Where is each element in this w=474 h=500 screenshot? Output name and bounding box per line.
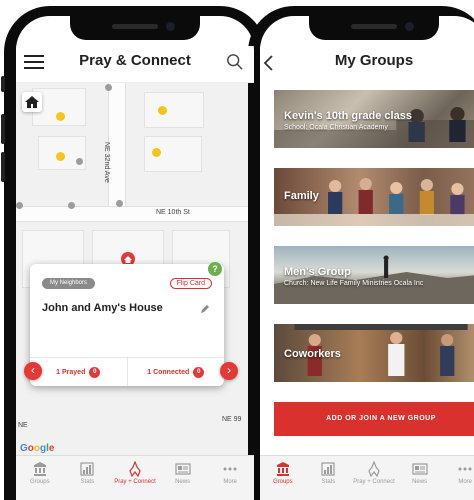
volume-up-button [1, 114, 5, 144]
tab-news[interactable]: News [159, 456, 207, 500]
house-card[interactable]: My Neighbors Flip Card ? John and Amy's … [30, 262, 224, 386]
tab-pray-connect[interactable]: Pray + Connect [351, 456, 397, 500]
google-attribution: Google [20, 443, 55, 454]
news-icon [174, 463, 191, 475]
search-icon[interactable] [226, 53, 244, 71]
help-icon[interactable]: ? [208, 262, 222, 276]
tab-stats[interactable]: Stats [306, 456, 352, 500]
next-card-button[interactable]: › [220, 362, 238, 380]
volume-down-button [1, 152, 5, 182]
neighbor-pin[interactable] [158, 106, 167, 115]
group-badge: My Neighbors [42, 278, 96, 289]
tab-more[interactable]: More [206, 456, 254, 500]
group-card[interactable]: Kevin's 10th grade class School: Ocala C… [274, 90, 474, 148]
map-marker[interactable] [16, 202, 23, 209]
neighbor-pin[interactable] [56, 152, 65, 161]
tab-groups[interactable]: Groups [260, 456, 306, 500]
stats-icon [321, 462, 335, 476]
pray-icon [129, 461, 141, 477]
notch [70, 16, 200, 40]
group-card[interactable]: Family [274, 168, 474, 226]
street-label-st: NE 10th St [156, 209, 190, 216]
pencil-icon[interactable] [200, 304, 210, 314]
home-icon [25, 96, 39, 108]
group-name: Kevin's 10th grade class [284, 110, 412, 122]
prayed-button[interactable]: 1 Prayed 0 [30, 358, 127, 386]
group-name: Family [284, 190, 319, 202]
street-label-ne: NE [18, 422, 28, 429]
map-marker[interactable] [76, 158, 83, 165]
groups-icon [276, 462, 289, 476]
groups-icon [33, 462, 46, 476]
card-actions: 1 Prayed 0 1 Connected 0 [30, 357, 224, 386]
neighbor-pin[interactable] [152, 148, 161, 157]
road [108, 82, 126, 210]
street-label-ave: NE 32nd Ave [103, 142, 110, 183]
prayed-count: 0 [89, 366, 101, 378]
connected-count: 0 [193, 366, 205, 378]
tab-bar: Groups Stats Pray + Connect News More [260, 455, 474, 500]
home-button[interactable] [22, 92, 42, 112]
road [16, 206, 254, 222]
tab-news[interactable]: News [397, 456, 443, 500]
add-join-group-button[interactable]: ADD OR JOIN A NEW GROUP [274, 402, 474, 436]
header: Pray & Connect [16, 46, 254, 83]
tab-bar: Groups Stats Pray + Connect News More [16, 455, 254, 500]
more-icon [458, 467, 472, 471]
group-name: Coworkers [284, 348, 341, 360]
prev-card-button[interactable]: ‹ [24, 362, 42, 380]
page-title: Pray & Connect [79, 52, 191, 69]
more-icon [223, 467, 237, 471]
group-card[interactable]: Coworkers [274, 324, 474, 382]
tab-stats[interactable]: Stats [64, 456, 112, 500]
page-title: My Groups [334, 52, 414, 69]
house-title: John and Amy's House [42, 302, 163, 314]
neighbor-pin[interactable] [56, 112, 65, 121]
map-marker[interactable] [68, 202, 75, 209]
map-marker[interactable] [116, 200, 123, 207]
group-subtitle: School: Ocala Christian Academy [284, 124, 388, 131]
screen: My Groups Kevin's 10th grade class Schoo… [260, 16, 474, 500]
tab-pray-connect[interactable]: Pray + Connect [111, 456, 159, 500]
map-marker[interactable] [105, 84, 112, 91]
phone-pray-connect: Pray & Connect NE 32nd Ave NE 10th St NE… [1, 6, 266, 500]
map-building [144, 92, 204, 128]
news-icon [411, 463, 428, 475]
mute-switch [1, 76, 5, 92]
stats-icon [80, 462, 94, 476]
group-subtitle: Church: New Life Family Ministries Ocala… [284, 280, 424, 287]
tab-groups[interactable]: Groups [16, 456, 64, 500]
flip-card-button[interactable]: Flip Card [169, 278, 212, 289]
notch [309, 16, 439, 40]
pray-icon [368, 461, 380, 477]
screen: Pray & Connect NE 32nd Ave NE 10th St NE… [16, 16, 254, 500]
connected-button[interactable]: 1 Connected 0 [126, 358, 225, 386]
street-label-ne-right: NE 99 [222, 416, 242, 423]
group-list: Kevin's 10th grade class School: Ocala C… [274, 90, 474, 402]
group-name: Men's Group [284, 266, 351, 278]
group-card[interactable]: Men's Group Church: New Life Family Mini… [274, 246, 474, 304]
header: My Groups [260, 46, 474, 82]
phone-my-groups: My Groups Kevin's 10th grade class Schoo… [248, 6, 474, 500]
tab-more[interactable]: More [442, 456, 474, 500]
